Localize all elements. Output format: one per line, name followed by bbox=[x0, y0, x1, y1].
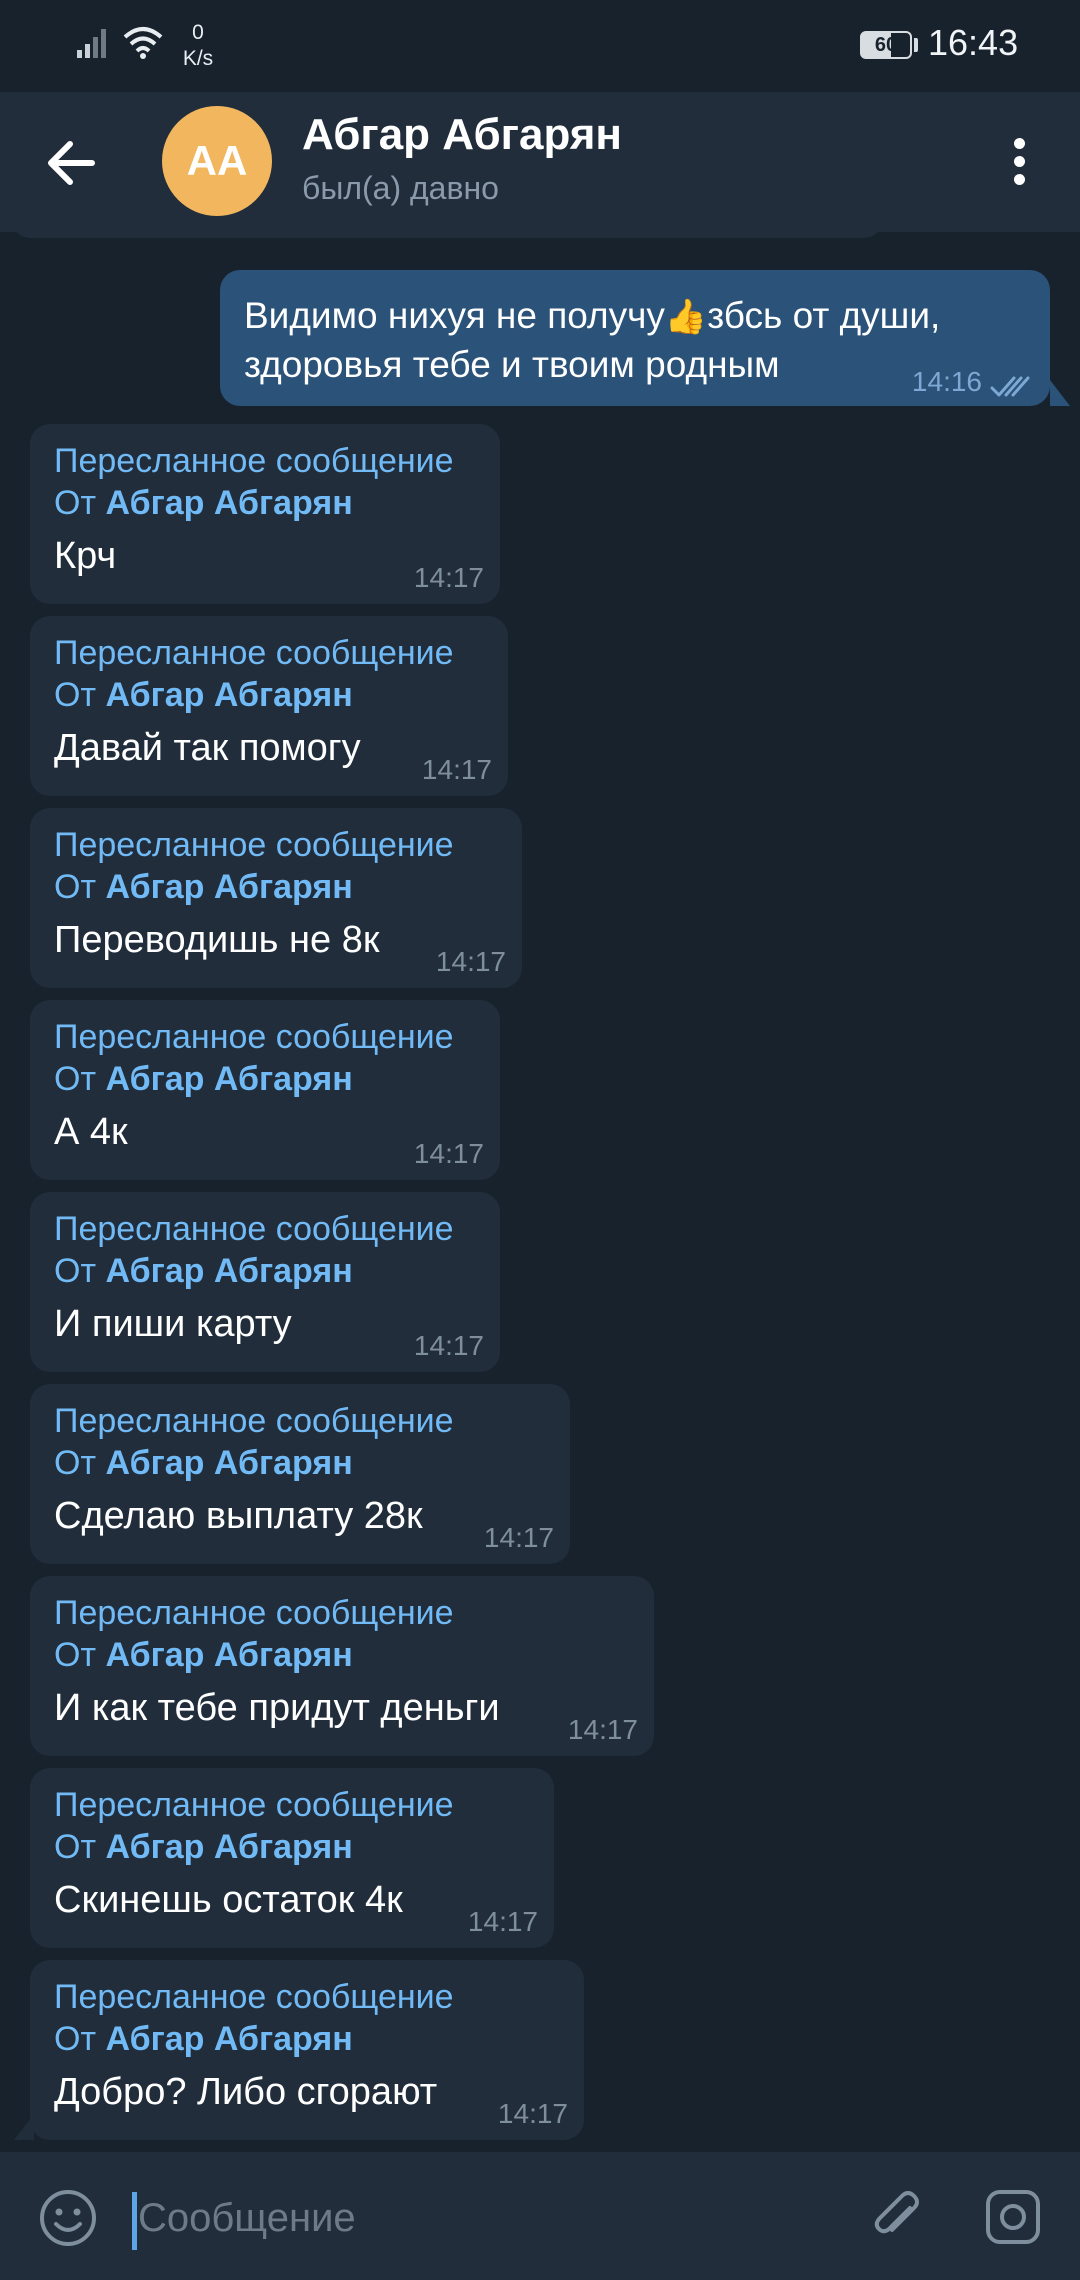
outgoing-bubble-tail bbox=[1050, 380, 1070, 406]
forwarded-label: Пересланное сообщение bbox=[54, 1786, 454, 1824]
outgoing-message-line-1: Видимо нихуя не получу👍збсь от души, bbox=[244, 292, 1026, 341]
forwarded-label: Пересланное сообщение bbox=[54, 1210, 454, 1248]
network-speed-unit: K/s bbox=[182, 47, 214, 70]
outgoing-text-part-2: збсь от души, bbox=[707, 295, 941, 336]
paperclip-icon[interactable] bbox=[866, 2186, 928, 2248]
forwarded-from-name: Абгар Абгарян bbox=[105, 1828, 353, 1866]
message-meta: 14:16 bbox=[911, 366, 1032, 397]
forwarded-from-prefix: От bbox=[54, 676, 106, 714]
forwarded-message[interactable]: Пересланное сообщение От Абгар Абгарян Сде… bbox=[30, 1384, 570, 1564]
camera-icon[interactable] bbox=[984, 2188, 1042, 2246]
forwarded-from-prefix: От bbox=[54, 2020, 106, 2058]
forwarded-from-name: Абгар Абгарян bbox=[105, 2020, 353, 2058]
forwarded-from-name: Абгар Абгарян bbox=[105, 1636, 353, 1674]
forwarded-message[interactable]: Пересланное сообщение От Абгар Абгарян Дав… bbox=[30, 616, 508, 796]
forwarded-from[interactable]: От Абгар Абгарян bbox=[54, 674, 484, 716]
message-input[interactable]: Сообщение bbox=[138, 2188, 838, 2248]
network-speed-value: 0 bbox=[192, 21, 204, 44]
forwarded-message[interactable]: Пересланное сообщение От Абгар Абгарян Пер… bbox=[30, 808, 522, 988]
message-text: И пиши карту bbox=[54, 1303, 292, 1345]
message-time: 14:17 bbox=[413, 562, 484, 593]
status-bar: 0 K/s 60 16:43 bbox=[0, 0, 1080, 92]
forwarded-from[interactable]: От Абгар Абгарян bbox=[54, 1250, 476, 1292]
message-time: 14:17 bbox=[483, 1522, 554, 1553]
message-time: 14:17 bbox=[467, 1906, 538, 1937]
forwarded-from-prefix: От bbox=[54, 1636, 106, 1674]
forwarded-label: Пересланное сообщение bbox=[54, 634, 454, 672]
message-text: Скинешь остаток 4к bbox=[54, 1879, 403, 1921]
back-arrow-icon[interactable] bbox=[36, 130, 106, 196]
forwarded-message[interactable]: Пересланное сообщение От Абгар Абгарян Доб… bbox=[30, 1960, 584, 2140]
forwarded-label: Пересланное сообщение bbox=[54, 1594, 454, 1632]
avatar[interactable]: AA bbox=[162, 106, 272, 216]
message-text: Крч bbox=[54, 535, 117, 577]
forwarded-from-prefix: От bbox=[54, 868, 106, 906]
outgoing-message[interactable]: Видимо нихуя не получу👍збсь от души, здо… bbox=[220, 270, 1050, 406]
message-text: Давай так помогу bbox=[54, 727, 361, 769]
forwarded-message[interactable]: Пересланное сообщение От Абгар Абгарян А 4… bbox=[30, 1000, 500, 1180]
message-text: А 4к bbox=[54, 1111, 128, 1153]
forwarded-from[interactable]: От Абгар Абгарян bbox=[54, 482, 476, 524]
message-text: И как тебе придут деньги bbox=[54, 1687, 500, 1729]
forwarded-from-name: Абгар Абгарян bbox=[105, 676, 353, 714]
forwarded-from-name: Абгар Абгарян bbox=[105, 1444, 353, 1482]
forwarded-from-name: Абгар Абгарян bbox=[105, 484, 353, 522]
message-text: Переводишь не 8к bbox=[54, 919, 380, 961]
incoming-bubble-tail bbox=[14, 2114, 34, 2140]
forwarded-from-prefix: От bbox=[54, 484, 106, 522]
wifi-icon bbox=[123, 27, 163, 59]
forwarded-label: Пересланное сообщение bbox=[54, 442, 454, 480]
forwarded-label: Пересланное сообщение bbox=[54, 1978, 454, 2016]
outgoing-text-part-1: Видимо нихуя не получу bbox=[244, 295, 665, 336]
previous-message-edge bbox=[12, 232, 882, 238]
message-time: 14:17 bbox=[421, 754, 492, 785]
forwarded-from[interactable]: От Абгар Абгарян bbox=[54, 2018, 560, 2060]
contact-name[interactable]: Абгар Абгарян bbox=[302, 110, 622, 160]
forwarded-label: Пересланное сообщение bbox=[54, 1018, 454, 1056]
message-text: Добро? Либо сгорают bbox=[54, 2071, 438, 2113]
forwarded-from-prefix: От bbox=[54, 1060, 106, 1098]
forwarded-from[interactable]: От Абгар Абгарян bbox=[54, 1058, 476, 1100]
more-menu-icon[interactable] bbox=[1000, 134, 1040, 190]
text-cursor bbox=[132, 2192, 137, 2250]
forwarded-from-name: Абгар Абгарян bbox=[105, 1060, 353, 1098]
network-speed: 0 K/s bbox=[176, 20, 220, 72]
forwarded-from[interactable]: От Абгар Абгарян bbox=[54, 866, 498, 908]
message-time: 14:16 bbox=[911, 366, 982, 397]
forwarded-from-name: Абгар Абгарян bbox=[105, 868, 353, 906]
message-time: 14:17 bbox=[413, 1138, 484, 1169]
message-text: Сделаю выплату 28к bbox=[54, 1495, 423, 1537]
forwarded-from-name: Абгар Абгарян bbox=[105, 1252, 353, 1290]
clock: 16:43 bbox=[928, 22, 1019, 63]
message-time: 14:17 bbox=[413, 1330, 484, 1361]
forwarded-message[interactable]: Пересланное сообщение От Абгар Абгарян И п… bbox=[30, 1192, 500, 1372]
message-list[interactable]: Видимо нихуя не получу👍збсь от души, здо… bbox=[0, 232, 1080, 2152]
outgoing-message-line-2: здоровья тебе и твоим родным bbox=[244, 344, 780, 385]
forwarded-from[interactable]: От Абгар Абгарян bbox=[54, 1634, 630, 1676]
double-check-icon bbox=[990, 376, 1030, 397]
message-time: 14:17 bbox=[567, 1714, 638, 1745]
battery-level: 60 bbox=[874, 34, 898, 56]
emoji-icon[interactable] bbox=[38, 2188, 98, 2248]
message-time: 14:17 bbox=[435, 946, 506, 977]
forwarded-from[interactable]: От Абгар Абгарян bbox=[54, 1826, 530, 1868]
thumbs-up-icon: 👍 bbox=[664, 298, 708, 336]
forwarded-from[interactable]: От Абгар Абгарян bbox=[54, 1442, 546, 1484]
forwarded-message[interactable]: Пересланное сообщение От Абгар Абгарян Ски… bbox=[30, 1768, 554, 1948]
chat-header: AA Абгар Абгарян был(а) давно bbox=[0, 92, 1080, 232]
forwarded-from-prefix: От bbox=[54, 1252, 106, 1290]
forwarded-message[interactable]: Пересланное сообщение От Абгар Абгарян И к… bbox=[30, 1576, 654, 1756]
forwarded-label: Пересланное сообщение bbox=[54, 1402, 454, 1440]
message-time: 14:17 bbox=[497, 2098, 568, 2129]
forwarded-message[interactable]: Пересланное сообщение От Абгар Абгарян Крч… bbox=[30, 424, 500, 604]
contact-status: был(а) давно bbox=[302, 170, 499, 206]
message-input-bar: Сообщение bbox=[0, 2152, 1080, 2280]
battery-cap bbox=[914, 38, 918, 52]
forwarded-from-prefix: От bbox=[54, 1828, 106, 1866]
forwarded-from-prefix: От bbox=[54, 1444, 106, 1482]
forwarded-label: Пересланное сообщение bbox=[54, 826, 454, 864]
signal-icon bbox=[77, 29, 106, 58]
